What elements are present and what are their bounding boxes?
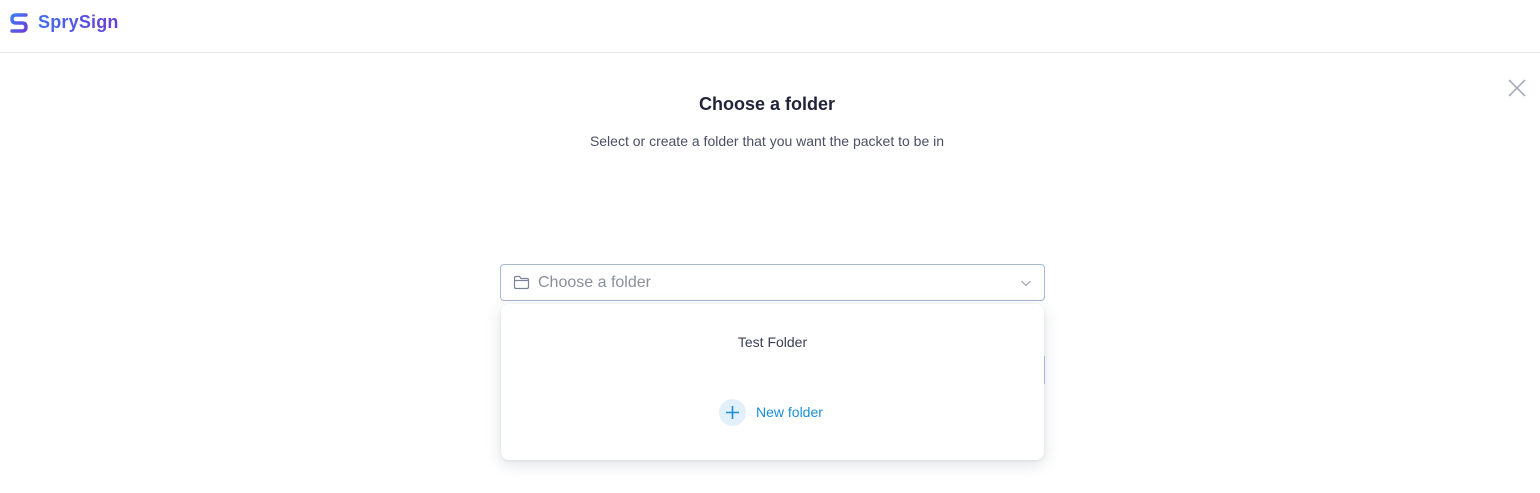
plus-icon <box>719 398 746 426</box>
folder-select-placeholder: Choose a folder <box>538 274 651 291</box>
dialog-subtitle: Select or create a folder that you want … <box>589 133 945 149</box>
new-folder-button[interactable]: New folder <box>719 398 823 426</box>
folder-select[interactable]: Choose a folder <box>500 264 1045 301</box>
brand-logo[interactable]: SprySign <box>10 12 119 33</box>
folder-option-test-folder[interactable]: Test Folder <box>501 334 1044 356</box>
app-header: SprySign <box>0 0 1540 53</box>
folder-dropdown-menu: Test Folder New folder <box>501 304 1044 460</box>
folder-icon <box>513 275 530 290</box>
sprysign-logo-icon <box>10 12 28 33</box>
dialog-title: Choose a folder <box>698 94 836 114</box>
brand-name: SprySign <box>38 12 119 32</box>
chevron-down-icon <box>1020 278 1032 288</box>
new-folder-label: New folder <box>756 404 823 420</box>
